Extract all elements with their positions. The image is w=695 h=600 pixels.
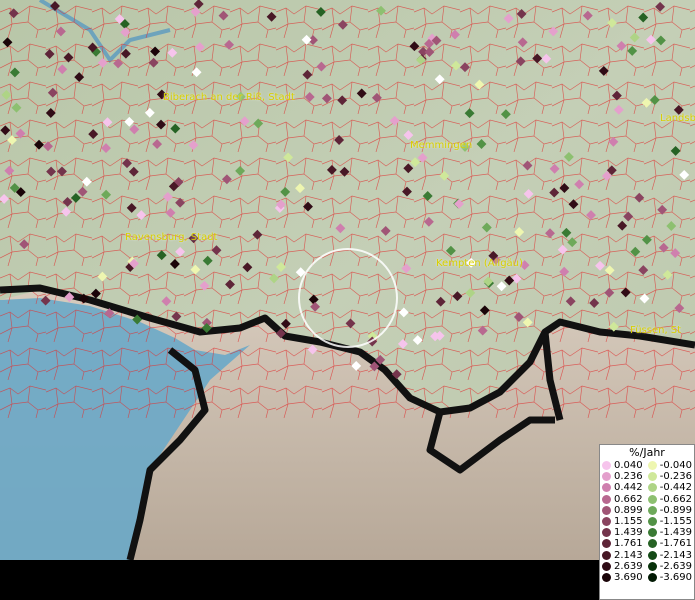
legend-row: 1.761 (602, 538, 646, 549)
legend-swatch (602, 494, 611, 504)
legend-swatch (647, 472, 657, 482)
legend-swatch (647, 539, 657, 549)
legend-value: 3.690 (614, 571, 643, 583)
legend-swatch (647, 494, 657, 504)
legend-value: 2.639 (614, 560, 643, 572)
legend-value: 1.761 (614, 538, 643, 550)
legend-row: 1.155 (602, 516, 646, 527)
legend-swatch (602, 505, 611, 515)
legend-value: -0.899 (659, 504, 692, 516)
legend-value: -1.155 (659, 516, 692, 528)
city-label-fuessen: Füssen, St (630, 325, 682, 336)
legend-swatch (647, 528, 657, 538)
map-canvas[interactable] (0, 0, 695, 560)
legend-row: -3.690 (647, 571, 692, 583)
legend-swatch (602, 550, 611, 560)
map-view[interactable]: Biberach an der Riß, Stadt Memmingen Lan… (0, 0, 695, 560)
legend-value: 1.155 (614, 516, 643, 528)
legend-row: -0.662 (647, 493, 692, 505)
legend-value: 0.442 (614, 482, 643, 494)
legend-swatch (647, 572, 657, 582)
legend-row: 0.899 (602, 505, 646, 516)
legend-swatch (602, 517, 611, 527)
legend-value: -1.439 (659, 527, 692, 539)
legend-value: 0.236 (614, 471, 643, 483)
legend-value: 1.439 (614, 527, 643, 539)
legend-row: 2.143 (602, 550, 646, 561)
legend-row: -2.639 (647, 560, 692, 572)
legend-swatch (602, 472, 611, 482)
legend-row: -0.040 (647, 460, 692, 472)
legend-swatch (602, 561, 611, 571)
legend-row: 1.439 (602, 527, 646, 538)
legend-value: -1.761 (659, 538, 692, 550)
legend-value: -0.442 (659, 482, 692, 494)
legend-title: %/Jahr (629, 446, 665, 459)
legend-row: -0.899 (647, 504, 692, 516)
city-label-landsberg: Landsb (660, 113, 695, 124)
legend-row: -0.442 (647, 482, 692, 494)
legend-value: 2.143 (614, 549, 643, 561)
legend-row: 2.639 (602, 561, 646, 572)
legend-swatch (647, 517, 657, 527)
legend-value: -0.662 (659, 493, 692, 505)
legend-negative-column: -0.040 -0.236 -0.442 -0.662 -0.899 -1.155 -1.4… (647, 460, 692, 583)
legend-row: 3.690 (602, 572, 646, 583)
legend-swatch (602, 483, 611, 493)
legend-row: -1.439 (647, 527, 692, 539)
legend-row: -1.155 (647, 516, 692, 528)
legend-row: -0.236 (647, 471, 692, 483)
legend-row: 0.040 (602, 460, 646, 471)
legend-swatch (602, 528, 611, 538)
legend-value: -0.236 (659, 471, 692, 483)
city-label-biberach: Biberach an der Riß, Stadt (163, 92, 295, 103)
legend-swatch (602, 572, 611, 582)
legend-swatch (602, 461, 611, 471)
legend-row: -2.143 (647, 549, 692, 561)
legend-row: 0.662 (602, 494, 646, 505)
legend-value: -3.690 (659, 571, 692, 583)
legend-swatch (647, 561, 657, 571)
legend-row: 0.442 (602, 482, 646, 493)
legend-value: -2.639 (659, 560, 692, 572)
city-label-memmingen: Memmingen (410, 140, 473, 151)
legend-swatch (647, 461, 657, 471)
legend-row: 0.236 (602, 471, 646, 482)
legend-row: -1.761 (647, 538, 692, 550)
legend-value: 0.662 (614, 493, 643, 505)
legend-positive-column: 0.040 0.236 0.442 0.662 0.899 1.155 1.439 1.761… (602, 460, 646, 583)
legend-value: 0.899 (614, 504, 643, 516)
legend-value: 0.040 (614, 460, 643, 472)
legend-swatch (647, 550, 657, 560)
city-label-kempten: Kempten (Allgäu) (436, 258, 523, 269)
legend: %/Jahr 0.040 0.236 0.442 0.662 0.899 1.155 1.4… (599, 444, 695, 600)
legend-swatch (602, 539, 611, 549)
legend-swatch (647, 505, 657, 515)
legend-value: -2.143 (659, 549, 692, 561)
bottom-bar (0, 560, 600, 600)
city-label-ravensburg: Ravensburg, Stadt (125, 232, 218, 243)
legend-swatch (647, 483, 657, 493)
legend-value: -0.040 (659, 460, 692, 472)
